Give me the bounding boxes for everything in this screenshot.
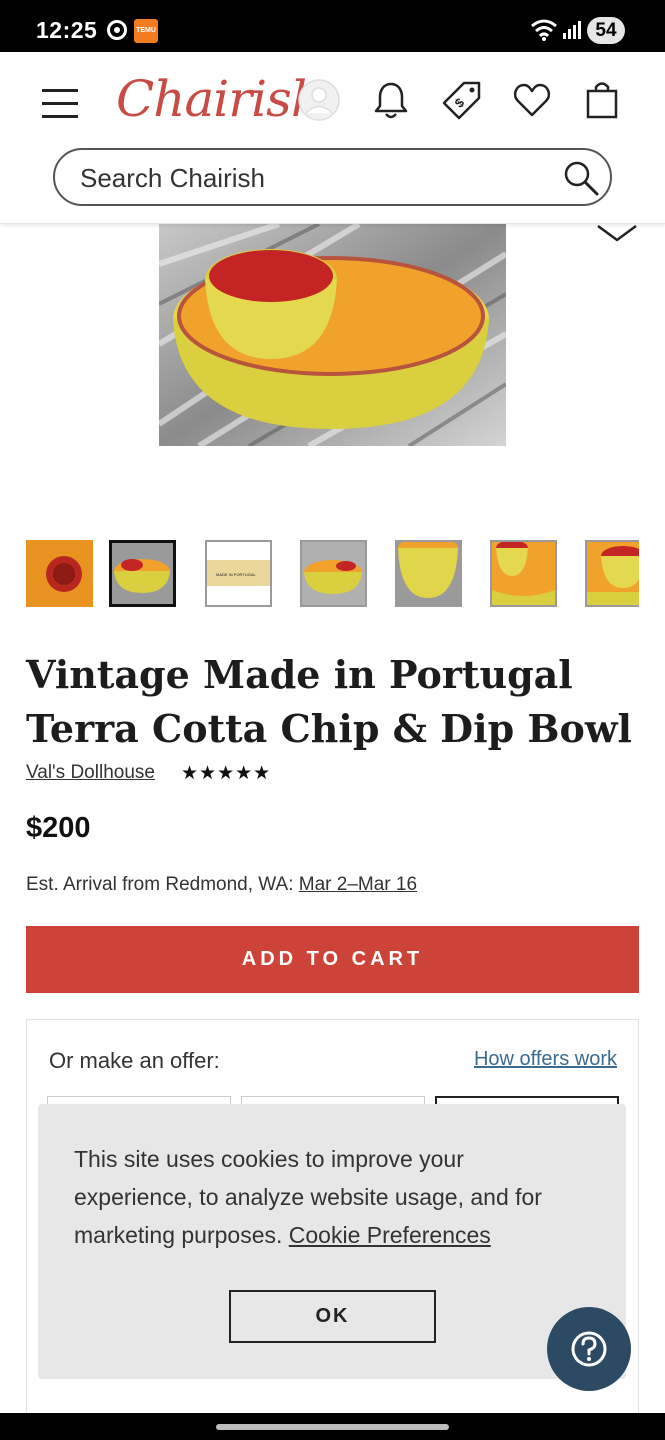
cookie-preferences-link[interactable]: Cookie Preferences	[289, 1222, 491, 1248]
home-gesture-bar[interactable]	[216, 1424, 449, 1430]
thumbnail-7[interactable]	[585, 540, 639, 607]
seller-link[interactable]: Val's Dollhouse	[26, 762, 155, 784]
arrival-dates-link[interactable]: Mar 2–Mar 16	[299, 874, 417, 895]
product-main-image[interactable]	[159, 224, 506, 446]
add-to-cart-button[interactable]: ADD TO CART	[26, 926, 639, 993]
thumbnail-6[interactable]	[490, 540, 557, 607]
product-title: Vintage Made in Portugal Terra Cotta Chi…	[26, 652, 632, 751]
cookie-ok-button[interactable]: OK	[229, 1290, 436, 1343]
cookie-banner: This site uses cookies to improve your e…	[38, 1104, 626, 1379]
status-bar: 12:25 TEMU 54	[0, 0, 665, 52]
target-icon	[107, 20, 127, 40]
price-tag-icon[interactable]: $	[442, 80, 482, 120]
estimated-arrival: Est. Arrival from Redmond, WA: Mar 2–Mar…	[26, 874, 417, 896]
thumbnail-4[interactable]	[300, 540, 367, 607]
how-offers-work-link[interactable]: How offers work	[474, 1048, 617, 1071]
question-mark-icon	[571, 1331, 607, 1367]
search-icon[interactable]	[562, 159, 600, 197]
account-icon[interactable]	[297, 78, 341, 122]
heart-icon[interactable]	[513, 82, 551, 118]
thumbnail-strip: MADE IN PORTUGAL	[26, 540, 639, 608]
thumbnail-5[interactable]	[395, 540, 462, 607]
chairish-logo[interactable]: Chairish	[116, 70, 323, 128]
system-nav-bar	[0, 1413, 665, 1440]
thumbnail-1[interactable]	[26, 540, 93, 607]
search-input[interactable]	[80, 160, 550, 196]
wifi-icon	[531, 19, 557, 41]
seller-rating: ★★★★★	[181, 763, 272, 784]
temu-app-icon: TEMU	[134, 19, 158, 43]
status-time: 12:25	[36, 17, 98, 43]
thumbnail-2[interactable]	[109, 540, 176, 607]
cookie-message: This site uses cookies to improve your e…	[74, 1140, 584, 1254]
battery-indicator: 54	[587, 17, 625, 44]
product-price: $200	[26, 812, 91, 844]
made-in-portugal-label: MADE IN PORTUGAL	[216, 572, 256, 577]
shopping-bag-icon[interactable]	[585, 79, 619, 119]
bell-icon[interactable]	[372, 80, 410, 120]
chevron-down-icon[interactable]	[596, 222, 638, 244]
signal-icon	[563, 21, 581, 39]
search-bar[interactable]	[53, 148, 612, 206]
svg-text:$: $	[452, 95, 468, 111]
thumbnail-3[interactable]: MADE IN PORTUGAL	[205, 540, 272, 607]
menu-icon[interactable]	[42, 89, 78, 119]
offer-label: Or make an offer:	[49, 1048, 220, 1073]
site-header: Chairish $	[0, 52, 665, 224]
help-button[interactable]	[547, 1307, 631, 1391]
arrival-prefix: Est. Arrival from Redmond, WA:	[26, 874, 299, 895]
